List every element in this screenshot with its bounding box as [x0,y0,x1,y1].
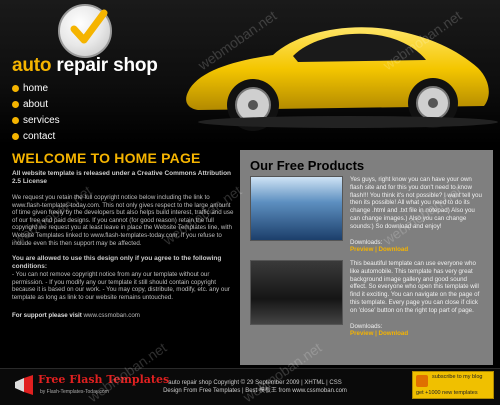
footer-line2: Design From Free Templates | Best 模板王 fr… [163,388,347,394]
subscribe-sublabel: get +1000 new templates [416,390,478,396]
welcome-heading: WELCOME TO HOME PAGE [12,150,201,166]
nav-item-services[interactable]: services [12,112,60,128]
product-description: This beautiful template can use everyone… [350,260,483,338]
nav-item-about[interactable]: about [12,96,60,112]
nav-item-contact[interactable]: contact [12,128,60,144]
support-link[interactable]: www.cssmoban.com [84,312,140,319]
main-nav: home about services contact [12,80,60,144]
license-notice: All website template is released under a… [12,170,232,185]
footer-line1: auto repair shop Copyright © 29 Septembe… [168,380,342,386]
support-label: For support please visit [12,311,82,319]
conditions-heading: You are allowed to use this design only … [12,255,222,271]
welcome-section: WELCOME TO HOME PAGE All website templat… [12,150,237,319]
site-title-part2: repair shop [51,55,158,76]
products-panel: Our Free Products Yes guys, right know y… [240,150,493,365]
nav-label: services [23,114,60,126]
megaphone-icon [15,375,33,395]
preview-download-links[interactable]: Preview | Download [350,246,483,254]
bullet-icon [12,116,19,124]
product-text: Yes guys, right know you can have your o… [350,176,482,230]
nav-label: about [23,98,49,110]
downloads-label: Downloads: [350,322,383,330]
downloads-label: Downloads: [350,238,383,246]
support-line: For support please visit www.cssmoban.co… [12,312,237,319]
subscribe-button[interactable]: subscribe to my blog get +1000 new templ… [412,371,494,399]
preview-download-links[interactable]: Preview | Download [350,330,483,338]
welcome-body: We request you retain the full copyright… [12,194,234,247]
nav-label: home [23,82,49,94]
product-description: Yes guys, right know you can have your o… [350,176,483,254]
sports-car-image [186,27,498,131]
conditions-list: - You can not remove copyright notice fr… [12,271,230,301]
bullet-icon [12,84,19,92]
product-text: This beautiful template can use everyone… [350,260,480,314]
footer-copyright: auto repair shop Copyright © 29 Septembe… [150,379,360,395]
nav-label: contact [23,130,56,142]
bullet-icon [12,132,19,140]
rss-icon [416,375,428,387]
subscribe-label: subscribe to my blog [432,374,483,380]
products-heading: Our Free Products [250,158,365,173]
bullet-icon [12,100,19,108]
checkmark-icon [70,9,108,44]
site-title-part1: auto [12,55,52,76]
site-title: auto repair shop [12,55,158,77]
footer-brand-subtitle: by Flash-Templates-Today.com [40,389,109,395]
product-screenshot[interactable] [250,176,343,241]
nav-item-home[interactable]: home [12,80,60,96]
product-screenshot[interactable] [250,260,343,325]
